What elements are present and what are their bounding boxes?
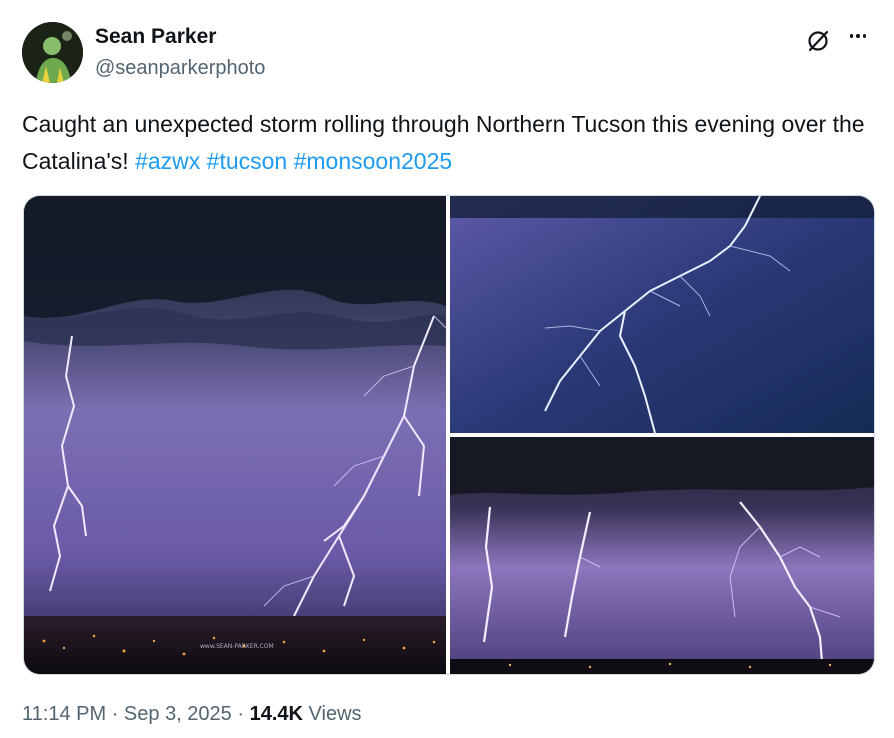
views-count: 14.4K	[249, 703, 303, 725]
display-name[interactable]: Sean Parker	[95, 25, 216, 49]
hashtag-tucson[interactable]: #tucson	[207, 148, 288, 174]
separator-1: ·	[111, 703, 119, 725]
views-label: Views	[308, 703, 362, 725]
photo-watermark: www.SEAN-PARKER.COM	[200, 643, 274, 650]
more-icon[interactable]	[845, 26, 871, 46]
avatar[interactable]	[22, 22, 83, 83]
user-handle[interactable]: @seanparkerphoto	[95, 57, 265, 80]
hashtag-monsoon2025[interactable]: #monsoon2025	[294, 148, 453, 174]
tweet-time[interactable]: 11:14 PM	[22, 703, 106, 725]
tweet-date[interactable]: Sep 3, 2025	[124, 703, 232, 725]
grok-icon[interactable]	[805, 28, 831, 54]
tweet-text: Caught an unexpected storm rolling throu…	[22, 106, 872, 180]
photo-1[interactable]: www.SEAN-PARKER.COM	[24, 196, 446, 674]
hashtag-azwx[interactable]: #azwx	[135, 148, 200, 174]
media-grid: www.SEAN-PARKER.COM	[23, 195, 875, 675]
separator-2: ·	[237, 703, 245, 725]
photo-3[interactable]	[450, 437, 874, 674]
tweet-meta: 11:14 PM · Sep 3, 2025 · 14.4K Views	[22, 703, 362, 726]
photo-2[interactable]	[450, 196, 874, 433]
avatar-image	[22, 22, 83, 83]
